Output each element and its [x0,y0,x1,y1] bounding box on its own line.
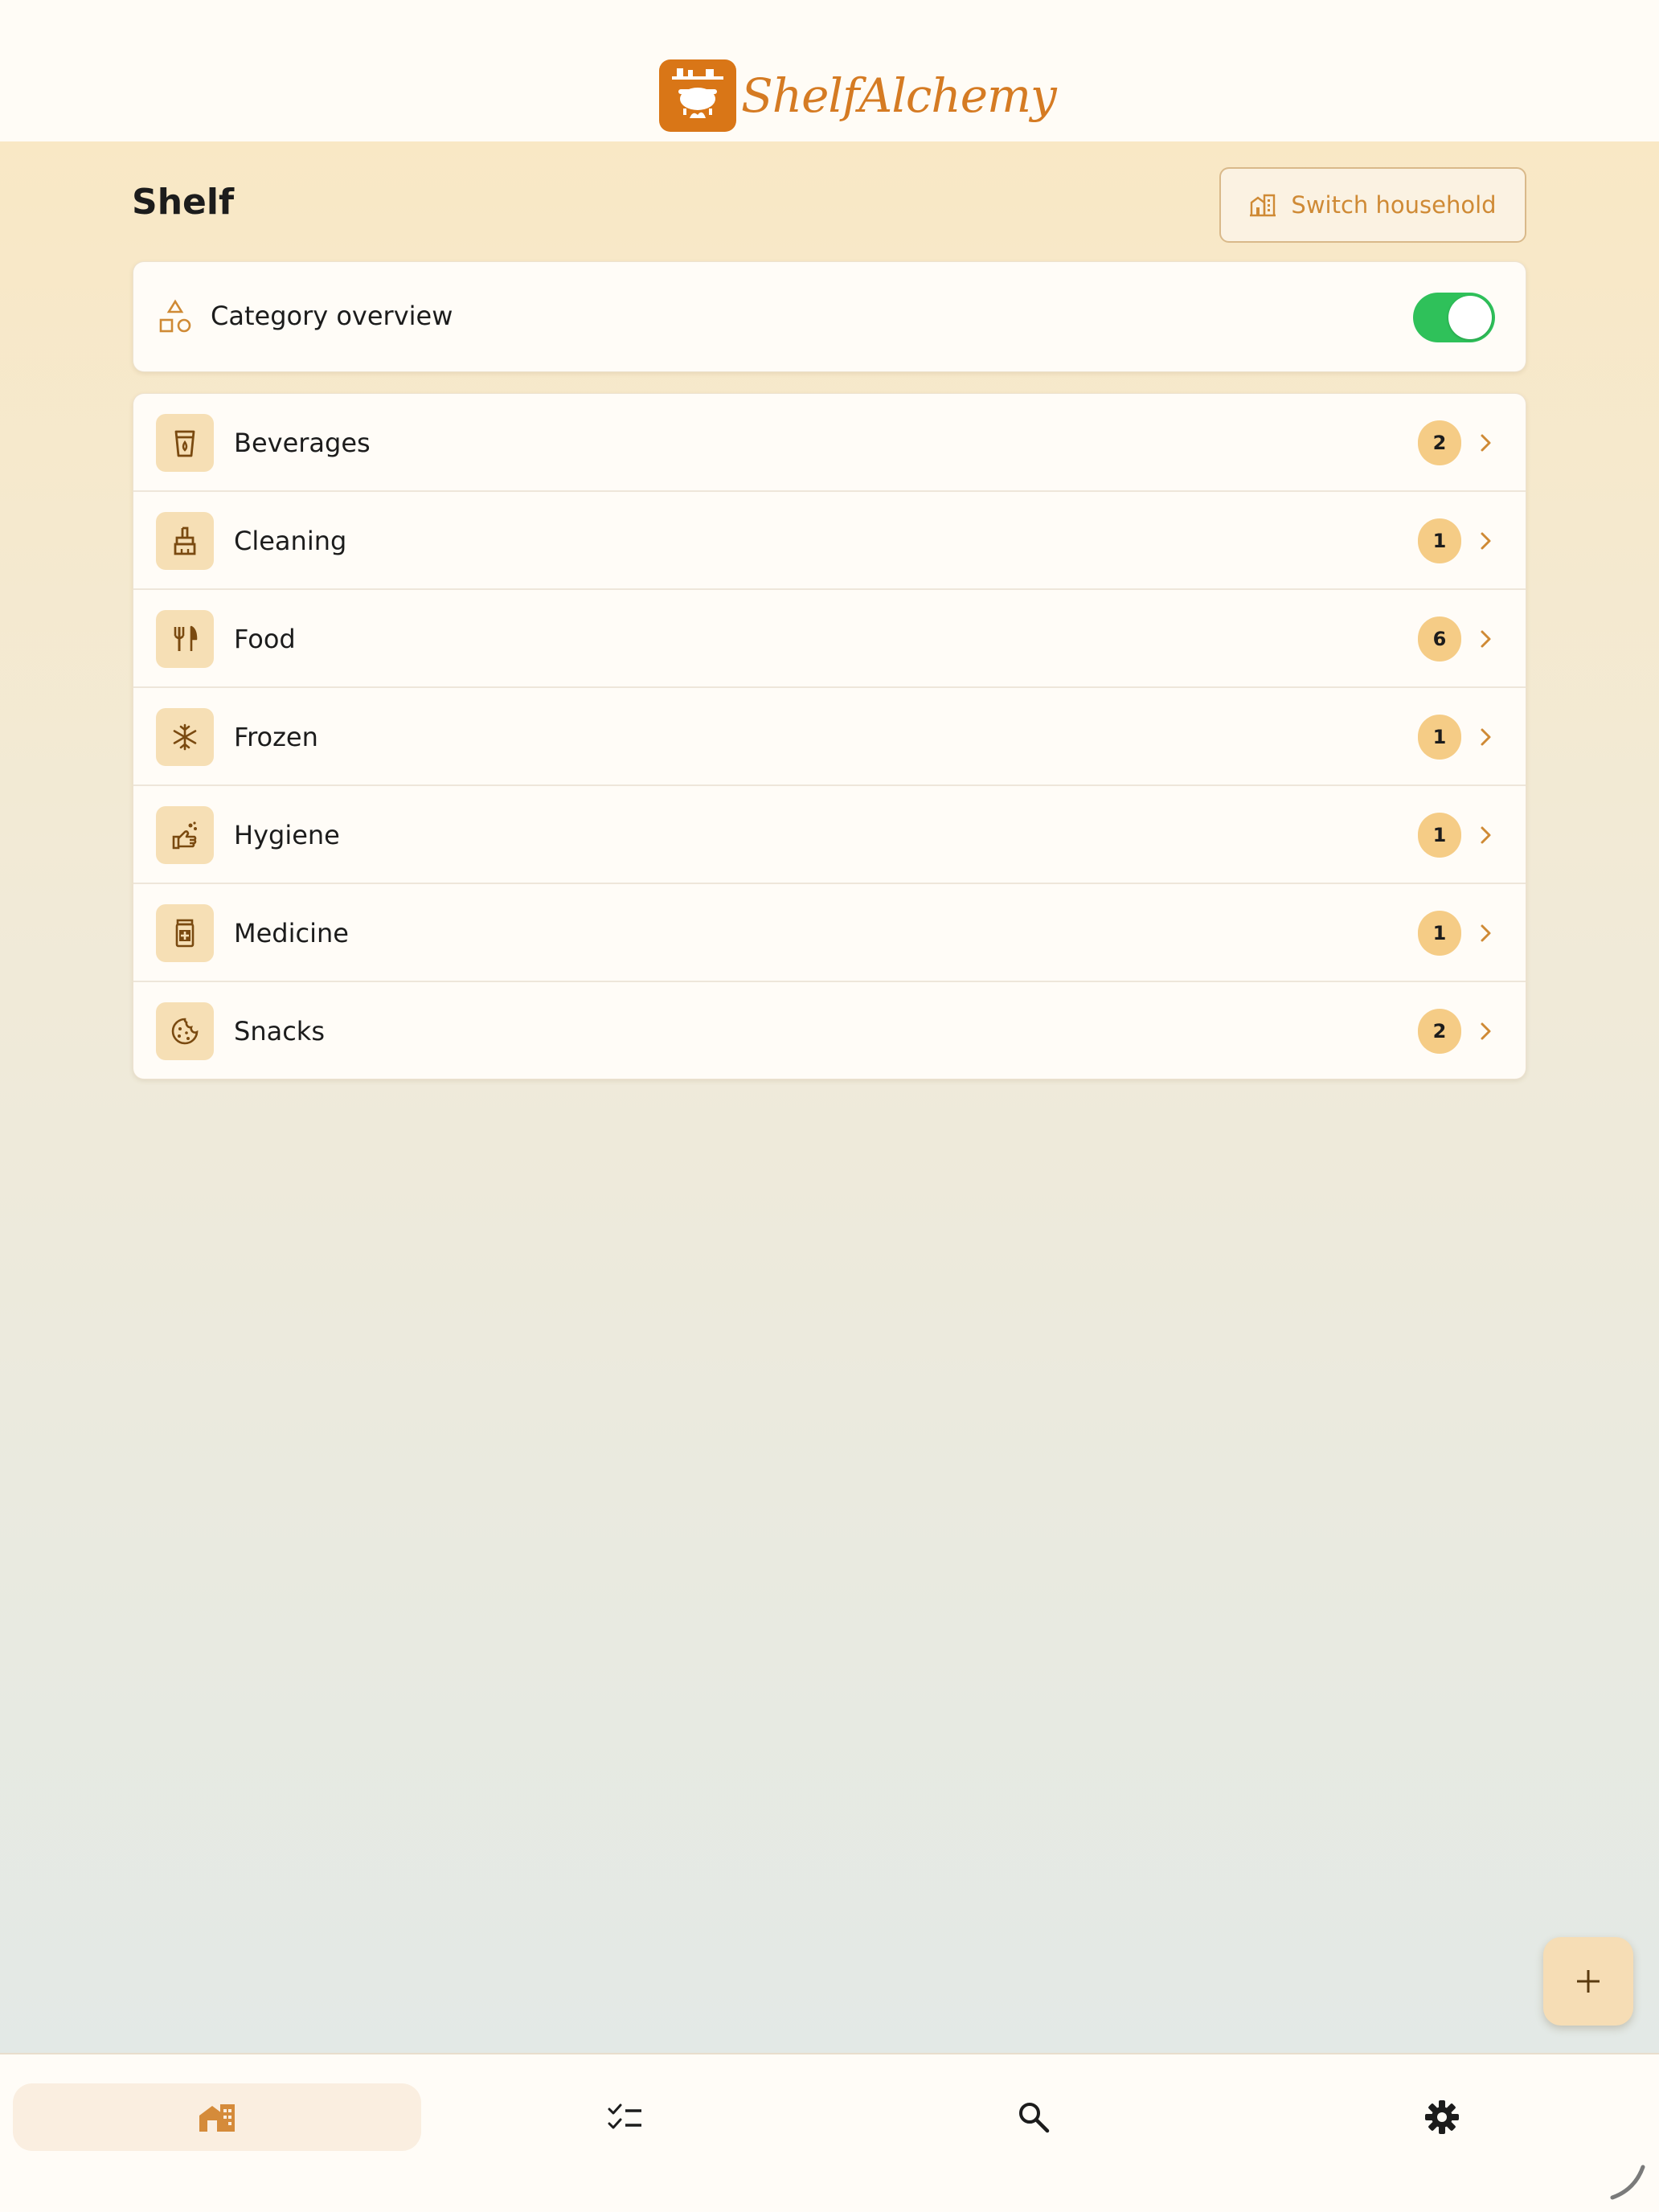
app-logo: ShelfAlchemy [659,59,1057,132]
category-overview-toggle[interactable] [1413,293,1495,342]
chevron-right-icon [1481,728,1491,746]
count-badge: 2 [1418,1009,1461,1054]
nav-search-tab[interactable] [830,2083,1238,2151]
cookie-icon [156,1002,214,1060]
add-item-button[interactable] [1543,1937,1633,2026]
beverage-cup-icon [156,414,214,472]
bottom-navigation [0,2053,1659,2212]
count-badge: 1 [1418,813,1461,858]
chevron-right-icon [1481,826,1491,844]
gear-icon [1425,2100,1459,2134]
category-label: Hygiene [234,820,340,850]
category-row-hygiene[interactable]: Hygiene 1 [133,786,1526,884]
count-badge: 1 [1418,518,1461,563]
category-row-food[interactable]: Food 6 [133,590,1526,688]
chevron-right-icon [1481,630,1491,648]
category-row-beverages[interactable]: Beverages 2 [133,394,1526,492]
search-icon [1019,2103,1050,2133]
category-row-frozen[interactable]: Frozen 1 [133,688,1526,786]
chevron-right-icon [1481,924,1491,942]
category-overview-card: Category overview [133,261,1526,372]
app-header: ShelfAlchemy [0,0,1659,141]
chevron-right-icon [1481,434,1491,452]
broom-icon [156,512,214,570]
fork-knife-icon [156,610,214,668]
checklist-icon [608,2103,641,2129]
resize-corner-icon [1610,2165,1645,2200]
count-badge: 6 [1418,616,1461,662]
chevron-right-icon [1481,532,1491,550]
chevron-right-icon [1481,1022,1491,1040]
toggle-knob [1448,296,1492,339]
buildings-icon [1250,194,1276,217]
count-badge: 1 [1418,715,1461,760]
nav-settings-tab[interactable] [1238,2083,1646,2151]
switch-household-label: Switch household [1291,191,1497,219]
nav-home-tab[interactable] [13,2083,421,2151]
category-list: Beverages 2 Cleaning 1 Food 6 Frozen 1 H… [133,393,1526,1079]
snowflake-icon [156,708,214,766]
category-label: Snacks [234,1016,325,1047]
cauldron-logo-icon [659,59,736,132]
category-label: Beverages [234,428,371,458]
home-icon [199,2104,235,2132]
category-label: Medicine [234,918,349,948]
count-badge: 1 [1418,911,1461,956]
category-row-snacks[interactable]: Snacks 2 [133,982,1526,1079]
shapes-icon [158,299,193,338]
category-row-medicine[interactable]: Medicine 1 [133,884,1526,982]
plus-icon [1577,1970,1600,1993]
category-label: Food [234,624,296,654]
hand-soap-icon [156,806,214,864]
category-label: Cleaning [234,526,347,556]
app-name: ShelfAlchemy [741,68,1057,123]
medicine-bottle-icon [156,904,214,962]
category-label: Frozen [234,722,318,752]
category-row-cleaning[interactable]: Cleaning 1 [133,492,1526,590]
page-title: Shelf [132,182,235,223]
nav-checklist-tab[interactable] [421,2083,830,2151]
category-overview-label: Category overview [211,301,453,331]
count-badge: 2 [1418,420,1461,465]
switch-household-button[interactable]: Switch household [1219,167,1526,243]
